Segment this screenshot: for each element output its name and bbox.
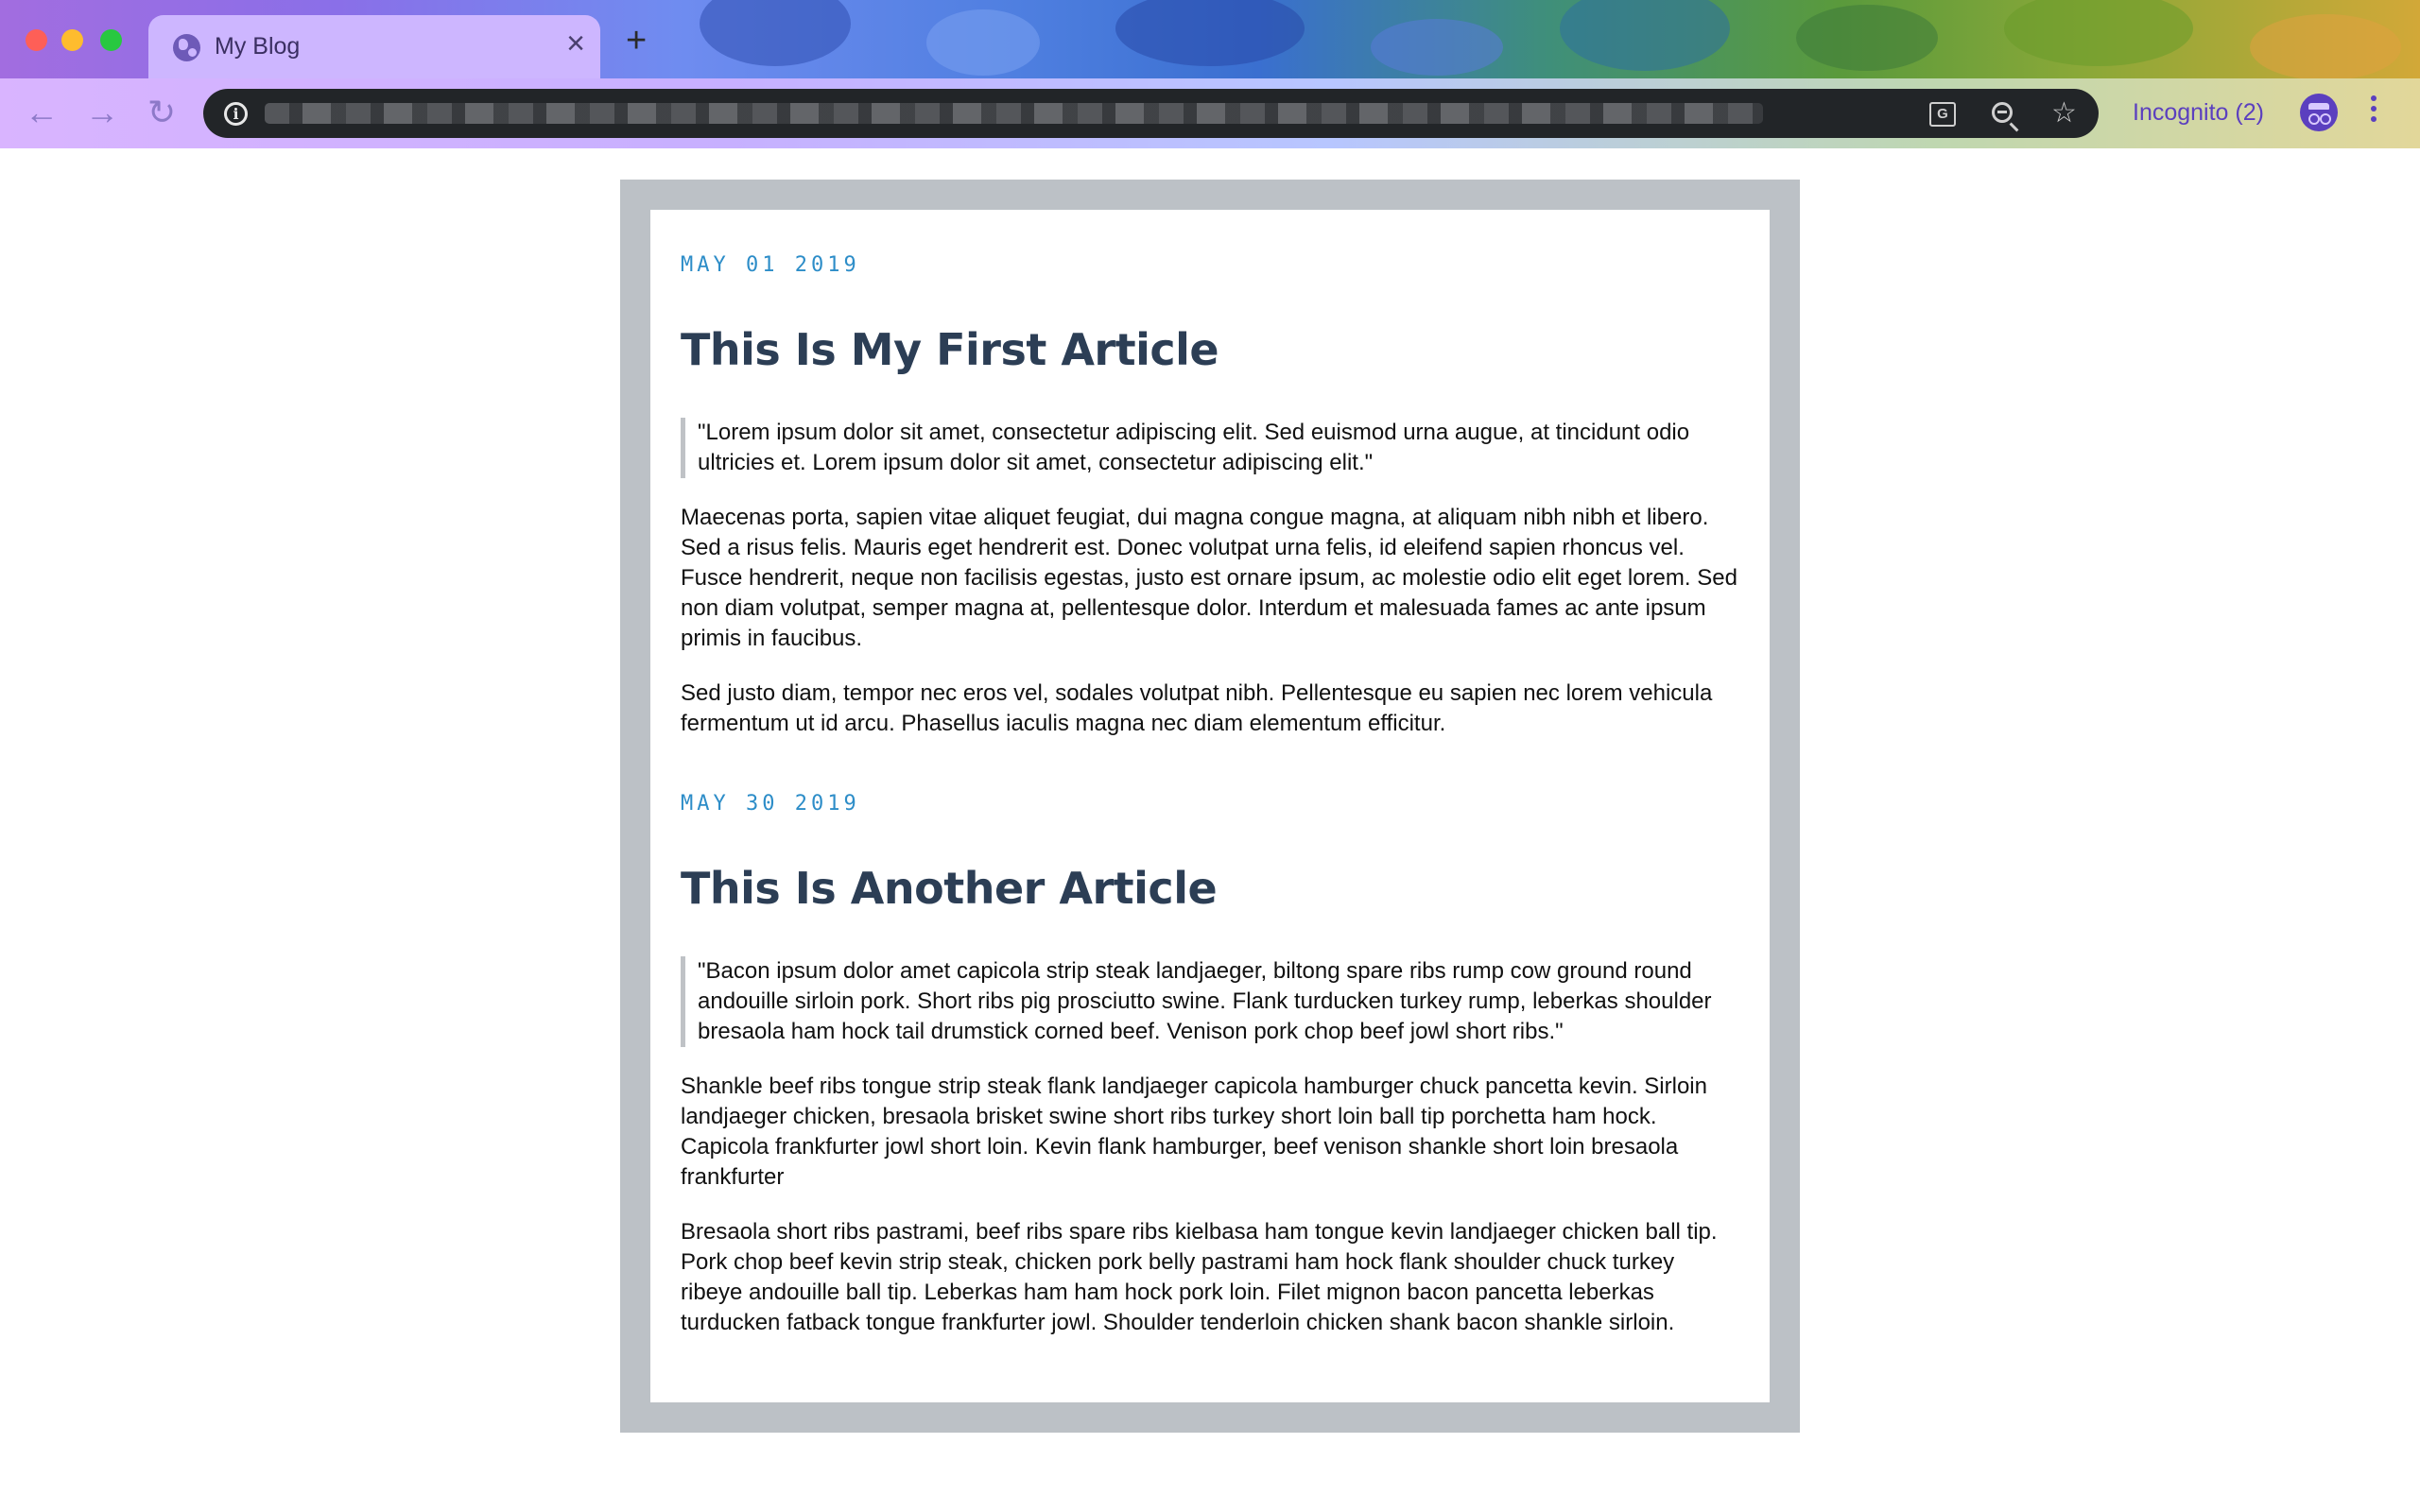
kebab-menu-icon[interactable] bbox=[2371, 95, 2377, 129]
address-bar[interactable]: i G ☆ bbox=[203, 89, 2099, 138]
minimize-window-button[interactable] bbox=[61, 29, 83, 51]
article-date: MAY 30 2019 bbox=[681, 792, 860, 816]
article-paragraph: Shankle beef ribs tongue strip steak fla… bbox=[681, 1074, 1707, 1190]
article: MAY 30 2019 This Is Another Article "Bac… bbox=[681, 790, 1739, 1338]
back-arrow-icon[interactable]: ← bbox=[25, 95, 59, 129]
article-title: This Is My First Article bbox=[681, 324, 1219, 375]
article-quote: "Bacon ipsum dolor amet capicola strip s… bbox=[681, 956, 1739, 1047]
incognito-label[interactable]: Incognito (2) bbox=[2133, 99, 2264, 127]
zoom-out-icon[interactable] bbox=[1992, 102, 2013, 123]
translate-icon[interactable]: G bbox=[1929, 102, 1956, 127]
article-date: MAY 01 2019 bbox=[681, 253, 860, 277]
globe-icon bbox=[173, 34, 200, 61]
forward-arrow-icon[interactable]: → bbox=[85, 95, 119, 129]
blog-content: MAY 01 2019 This Is My First Article "Lo… bbox=[650, 210, 1770, 1402]
tab-my-blog[interactable]: My Blog × bbox=[148, 15, 600, 78]
article-title: This Is Another Article bbox=[681, 863, 1218, 914]
article-quote: "Lorem ipsum dolor sit amet, consectetur… bbox=[681, 418, 1739, 478]
blog-frame: MAY 01 2019 This Is My First Article "Lo… bbox=[620, 180, 1800, 1433]
info-icon[interactable]: i bbox=[224, 102, 248, 126]
article-paragraph: Sed justo diam, tempor nec eros vel, sod… bbox=[681, 680, 1713, 736]
star-icon[interactable]: ☆ bbox=[2051, 99, 2077, 128]
close-window-button[interactable] bbox=[26, 29, 47, 51]
article: MAY 01 2019 This Is My First Article "Lo… bbox=[681, 251, 1739, 739]
incognito-icon[interactable] bbox=[2300, 94, 2338, 131]
browser-chrome: My Blog × + ← → ↻ i G ☆ Incognito (2) bbox=[0, 0, 2420, 148]
maximize-window-button[interactable] bbox=[100, 29, 122, 51]
article-paragraph: Bresaola short ribs pastrami, beef ribs … bbox=[681, 1219, 1718, 1335]
new-tab-button[interactable]: + bbox=[626, 23, 647, 59]
blurred-url bbox=[265, 103, 1763, 124]
browser-toolbar: ← → ↻ i G ☆ Incognito (2) bbox=[0, 78, 2420, 148]
close-tab-icon[interactable]: × bbox=[566, 27, 585, 60]
tab-strip: My Blog × + bbox=[0, 0, 2420, 78]
article-paragraph: Maecenas porta, sapien vitae aliquet feu… bbox=[681, 505, 1737, 651]
reload-icon[interactable]: ↻ bbox=[147, 95, 176, 129]
tab-title: My Blog bbox=[215, 33, 301, 60]
